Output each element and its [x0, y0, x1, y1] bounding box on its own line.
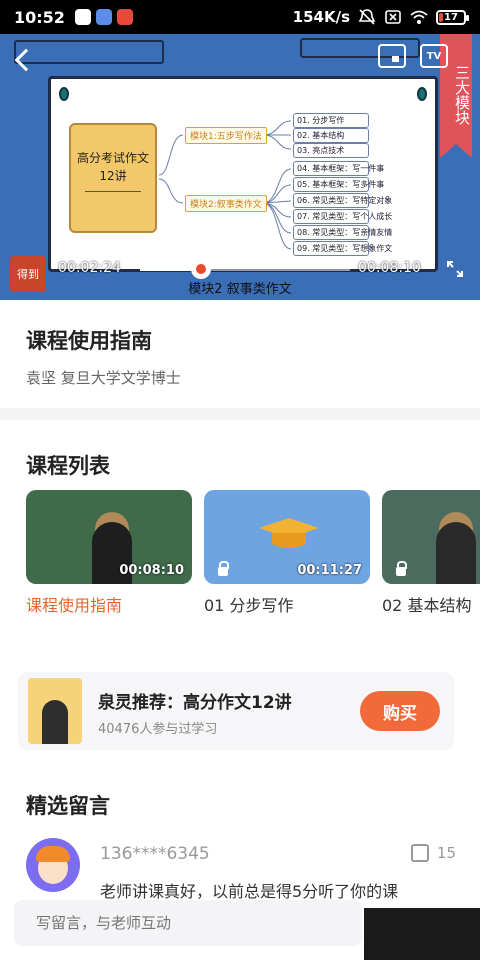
course-author: 袁坚 复旦大学文学博士	[26, 369, 181, 387]
buy-button[interactable]: 购买	[360, 691, 440, 731]
mindmap-item: 06. 常见类型：写特定对象	[293, 193, 392, 208]
mindmap-item: 07. 常见类型：写个人成长	[293, 209, 392, 224]
mindmap-item: 08. 常见类型：写亲情友情	[293, 225, 392, 240]
promo-card[interactable]: 泉灵推荐：高分作文12讲 40476人参与过学习 购买	[18, 672, 454, 750]
course-thumbnail	[382, 490, 480, 584]
course-duration: 00:11:27	[297, 563, 362, 578]
lock-icon	[218, 561, 229, 576]
comments-heading: 精选留言	[26, 794, 110, 818]
course-thumbnail: 00:11:27	[204, 490, 370, 584]
course-title: 课程使用指南	[26, 329, 152, 353]
fullscreen-icon[interactable]	[446, 260, 464, 278]
section-divider	[0, 408, 480, 420]
progress-knob[interactable]	[190, 259, 211, 279]
lock-icon	[396, 561, 407, 576]
comment-username: 136****6345	[100, 844, 210, 864]
comment-text: 老师讲课真好，以前总是得5分听了你的课	[100, 882, 399, 901]
battery-percent: 17	[444, 11, 458, 23]
thumb-person	[436, 522, 476, 584]
course-label: 课程使用指南	[26, 596, 123, 615]
course-duration: 00:08:10	[119, 563, 184, 578]
course-label: 01 分步写作	[204, 596, 294, 615]
mindmap-item: 03. 亮点技术	[293, 143, 369, 158]
promo-cover	[28, 678, 82, 744]
promo-name: 泉灵推荐：高分作文12讲	[98, 693, 292, 713]
pip-icon[interactable]	[378, 44, 406, 68]
current-time: 00:02:24	[58, 260, 121, 276]
status-bar: 10:52 154K/s 17	[0, 0, 480, 34]
video-subtitle: 模块2 叙事类作文	[188, 282, 292, 297]
app-screen: 10:52 154K/s 17 高分考试作文 12讲 模块1:五步写作法 模块2…	[0, 0, 480, 960]
total-time: 00:08:10	[358, 260, 421, 276]
mindmap-module-2: 模块2:叙事类作文	[185, 195, 267, 212]
status-right: 154K/s 17	[292, 8, 469, 26]
course-list-heading: 课程列表	[26, 454, 110, 478]
network-speed: 154K/s	[292, 8, 350, 26]
promo-count: 40476人参与过学习	[98, 722, 218, 737]
comment-item: 136****6345 15 老师讲课真好，以前总是得5分听了你的课	[26, 838, 456, 908]
corner-overlay	[364, 908, 480, 960]
notification-icons	[74, 9, 133, 25]
thumb-up-icon	[410, 844, 429, 862]
course-card[interactable]: 00:11:27 01 分步写作	[204, 490, 370, 616]
video-player[interactable]: 高分考试作文 12讲 模块1:五步写作法 模块2:叙事类作文 01. 分步写作 …	[0, 34, 480, 300]
course-card[interactable]: 02 基本结构	[382, 490, 480, 616]
like-count: 15	[436, 844, 456, 862]
app-notification-icon	[116, 9, 133, 25]
status-time: 10:52	[14, 7, 65, 27]
graduation-cap-icon	[259, 518, 319, 548]
app-notification-icon	[95, 9, 112, 25]
avatar-hair	[36, 846, 70, 862]
app-notification-icon	[74, 9, 91, 25]
comment-input[interactable]	[14, 900, 362, 946]
mindmap-module-1: 模块1:五步写作法	[185, 127, 267, 144]
like-button[interactable]: 15	[410, 844, 456, 862]
course-card[interactable]: 00:08:10 课程使用指南	[26, 490, 192, 616]
tv-cast-icon[interactable]: TV	[420, 44, 448, 68]
course-thumbnail: 00:08:10	[26, 490, 192, 584]
mindmap-item: 05. 基本框架：写多件事	[293, 177, 384, 192]
mindmap-item: 01. 分步写作	[293, 113, 369, 128]
progress-track[interactable]	[140, 268, 350, 271]
mindmap-board: 高分考试作文 12讲 模块1:五步写作法 模块2:叙事类作文 01. 分步写作 …	[48, 76, 438, 272]
mute-icon	[358, 9, 376, 25]
mindmap-item: 02. 基本结构	[293, 128, 369, 143]
course-list: 00:08:10 课程使用指南 00:11:27 01 分步写作 02 基本结构	[26, 490, 480, 616]
promo-cover-figure	[42, 700, 68, 744]
mindmap-item: 09. 常见类型：写想象作文	[293, 241, 392, 256]
wifi-icon	[410, 9, 428, 25]
battery-icon: 17	[436, 9, 469, 25]
battery-level	[439, 12, 444, 22]
course-label: 02 基本结构	[382, 596, 472, 615]
avatar[interactable]	[26, 838, 80, 892]
mindmap-item: 04. 基本框架：写一件事	[293, 161, 384, 176]
sim-off-icon	[384, 9, 402, 25]
